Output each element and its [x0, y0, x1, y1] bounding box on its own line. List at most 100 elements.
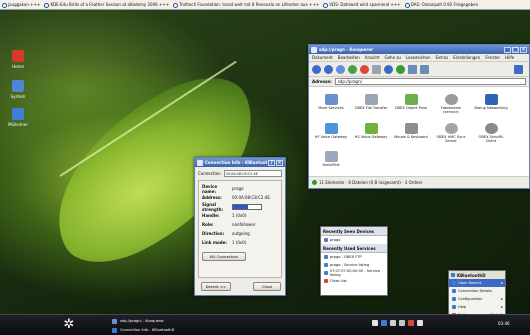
kde-menu-icon[interactable]: ✲	[62, 318, 76, 332]
headset-icon	[364, 123, 378, 134]
menu-dokument[interactable]: Dokument	[312, 55, 333, 60]
split-view-icon[interactable]	[420, 64, 429, 74]
view-icon[interactable]	[408, 64, 417, 74]
details-button[interactable]: Details >>	[201, 282, 231, 291]
dialog-titlebar[interactable]: Connection Info - KBluetoothD ? ×	[195, 158, 285, 167]
submenu-arrow-icon: ▸	[501, 297, 503, 301]
connection-selector-row: Connection 00:0A:08:C8:C2:4E	[195, 167, 285, 180]
tray-app-icon[interactable]	[372, 320, 378, 326]
ticker-dot-icon	[404, 2, 410, 8]
connection-select[interactable]: 00:0A:08:C8:C2:4E	[223, 170, 282, 177]
signal-strength-fill	[233, 204, 249, 209]
service-item[interactable]: OBEX IrMC Sync Server	[433, 123, 469, 143]
updater-icon[interactable]	[408, 320, 414, 326]
recent-service-item[interactable]: prago - Service listing	[321, 261, 387, 269]
ticker-dot-icon	[173, 2, 179, 8]
maximize-button[interactable]: □	[512, 46, 519, 53]
copy-icon[interactable]	[372, 64, 381, 74]
kbluetooth-tray-menu[interactable]: KBluetoothD Open Recent ▸ Connection Det…	[448, 270, 506, 320]
stop-icon[interactable]	[360, 64, 369, 74]
signal-strength-bar	[232, 203, 262, 210]
configure-icon	[452, 297, 456, 301]
service-item[interactable]: OBEX SyncML Client	[473, 123, 509, 143]
desktop-icon-system[interactable]: System	[4, 80, 32, 99]
ticker-dot-icon	[323, 2, 329, 8]
zoom-in-icon[interactable]	[384, 64, 393, 74]
menu-extras[interactable]: Extras	[436, 55, 449, 60]
desktop-icon-trash[interactable]: Mülleimer	[4, 108, 32, 127]
menu-title: KBluetoothD	[449, 271, 505, 279]
menu-item-open-recent[interactable]: Open Recent ▸	[449, 279, 505, 287]
menu-item-connection-details[interactable]: Connection Details	[449, 287, 505, 295]
address-input[interactable]: sdp://pragn/	[334, 78, 526, 85]
help-button[interactable]: ?	[268, 159, 275, 166]
news-ticker[interactable]: jauggakan +++ KDE-Edu Birds of a Feather…	[0, 0, 530, 10]
clock[interactable]: 03:46	[498, 321, 510, 326]
folder-icon	[324, 255, 328, 259]
back-icon[interactable]	[312, 64, 321, 74]
forward-icon[interactable]	[324, 64, 333, 74]
menu-item-configuration[interactable]: Configuration ▸	[449, 295, 505, 303]
volume-icon[interactable]	[399, 320, 405, 326]
service-item[interactable]: SerialPort	[313, 151, 349, 167]
menu-bearbeiten[interactable]: Bearbeiten	[338, 55, 360, 60]
ticker-dot-icon	[44, 2, 50, 8]
close-button[interactable]: ×	[276, 159, 283, 166]
service-item[interactable]: OBEX File Transfer	[353, 94, 389, 110]
bluetooth-tray-icon[interactable]	[381, 320, 387, 326]
recent-service-item[interactable]: prago - OBEX FTP	[321, 253, 387, 261]
sync-icon	[484, 123, 498, 134]
kill-connection-button[interactable]: Kill Connection	[202, 252, 246, 261]
close-dialog-button[interactable]: Close	[253, 282, 281, 291]
service-item[interactable]: HF Voice Gateway	[313, 123, 349, 139]
menu-gehe-zu[interactable]: Gehe zu	[384, 55, 400, 60]
service-item[interactable]: Mouse & Keyboard	[393, 123, 429, 139]
ticker-item[interactable]: VDS: Datnwelt wird spannend +++	[323, 0, 401, 9]
ticker-item[interactable]: Trolltech Foundation: Insad welt mit 8 R…	[173, 0, 319, 9]
menu-einstellungen[interactable]: Einstellungen	[453, 55, 480, 60]
menu-fenster[interactable]: Fenster	[485, 55, 500, 60]
role-row: Role: nonfollower	[202, 222, 256, 227]
details-icon	[452, 289, 456, 293]
recent-icon	[452, 281, 456, 285]
service-item[interactable]: Fotostream (service)	[433, 94, 469, 114]
ticker-item[interactable]: DAS: Ozeanpalt 0.92 Freigegeben	[404, 0, 478, 9]
close-button[interactable]: ×	[520, 46, 527, 53]
recent-devices-popup[interactable]: Recently Seen Devices prago Recently Use…	[320, 226, 388, 296]
minimize-button[interactable]: _	[504, 46, 511, 53]
direction-row: Direction: outgoing	[202, 231, 250, 236]
recent-device-item[interactable]: prago	[321, 236, 387, 244]
help-icon	[452, 305, 456, 309]
menubar: Dokument Bearbeiten Ansicht Gehe zu Lese…	[309, 54, 529, 62]
desktop-icon-home[interactable]: Home	[4, 50, 32, 69]
toolbar	[309, 62, 529, 77]
computer-icon	[12, 80, 24, 92]
zoom-out-icon[interactable]	[396, 64, 405, 74]
menu-item-help[interactable]: Help ▸	[449, 303, 505, 311]
clipboard-icon[interactable]	[417, 320, 423, 326]
service-item[interactable]: Dialup Networking	[473, 94, 509, 110]
ticker-item[interactable]: jauggakan +++	[2, 0, 40, 9]
service-item[interactable]: OBEX Object Push	[393, 94, 429, 110]
address-bar: Adresse: sdp://pragn/	[309, 77, 529, 87]
service-item[interactable]: HS Voice Gateway	[353, 123, 389, 139]
connection-info-dialog[interactable]: Connection Info - KBluetoothD ? × Connec…	[194, 157, 286, 296]
clear-list-item[interactable]: Clear List	[321, 277, 387, 285]
network-icon[interactable]	[390, 320, 396, 326]
ticker-item[interactable]: KDE-Edu Birds of a Feather Session at aK…	[44, 0, 169, 9]
up-icon[interactable]	[336, 64, 345, 74]
menu-hilfe[interactable]: Hilfe	[505, 55, 514, 60]
konqueror-window[interactable]: sdp://pragn - Konqueror _ □ × Dokument B…	[308, 44, 530, 189]
recently-seen-header: Recently Seen Devices	[321, 227, 387, 236]
menu-ansicht[interactable]: Ansicht	[365, 55, 380, 60]
object-push-icon	[404, 94, 418, 105]
window-titlebar[interactable]: sdp://pragn - Konqueror _ □ ×	[309, 45, 529, 54]
service-item[interactable]: More Services	[313, 94, 349, 110]
menu-lesezeichen[interactable]: Lesezeichen	[406, 55, 431, 60]
task-button-connection-info[interactable]: Connection Info - KBluetoothD	[112, 326, 174, 334]
task-button-konqueror[interactable]: sdp://pragn/ - Konqueror	[112, 317, 164, 325]
sync-icon	[444, 123, 458, 134]
reload-icon[interactable]	[348, 64, 357, 74]
recent-service-item[interactable]: 07:07:07:00:00:00 - Service listing	[321, 269, 387, 277]
connection-details-panel: Device name: prago Address: 00:0A:08:C8:…	[198, 180, 282, 278]
